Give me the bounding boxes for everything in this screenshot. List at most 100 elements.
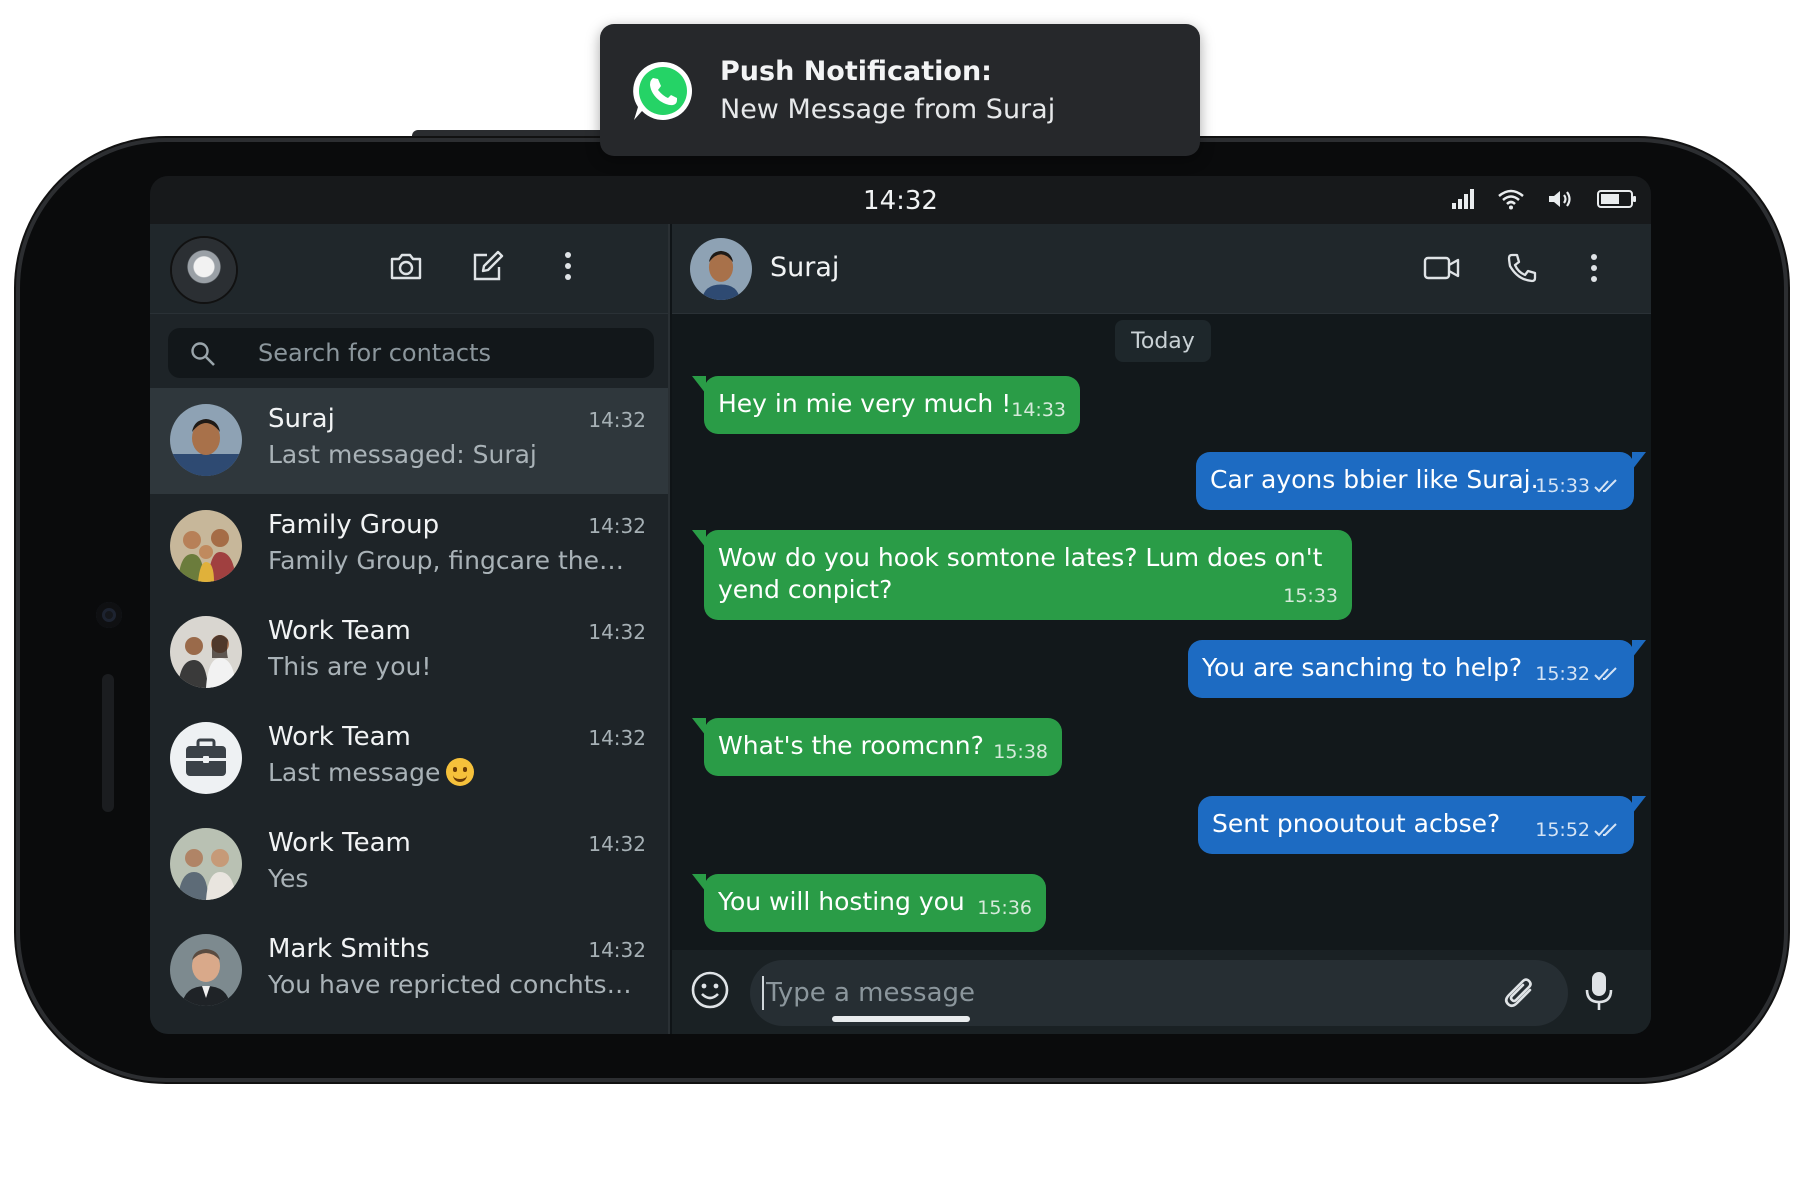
read-receipt-icon	[1594, 478, 1620, 494]
chat-time: 14:32	[588, 408, 646, 432]
read-receipt-icon	[1594, 666, 1620, 682]
message-time: 15:52	[1535, 819, 1590, 841]
search-icon	[190, 341, 216, 371]
volume-icon	[1547, 188, 1575, 210]
chat-preview: Last message	[268, 758, 638, 787]
compose-icon	[471, 250, 505, 286]
wifi-icon	[1497, 188, 1525, 210]
message-time: 15:33	[1283, 585, 1338, 607]
read-receipt-icon	[1594, 822, 1620, 838]
chat-preview: Yes	[268, 864, 309, 893]
more-vert-icon	[563, 251, 573, 285]
chat-name: Suraj	[268, 404, 335, 434]
chat-item-work-team-2[interactable]: Work Team 14:32 Last message	[150, 706, 668, 812]
message-text: You will hosting you	[718, 887, 965, 916]
message-meta: 15:32	[1535, 658, 1620, 690]
avatar	[170, 934, 242, 1006]
briefcase-icon	[170, 738, 242, 794]
phone-speaker	[102, 674, 114, 812]
chat-time: 14:32	[588, 938, 646, 962]
message-time: 15:38	[993, 741, 1048, 763]
notification-title: Push Notification:	[720, 56, 992, 87]
avatar	[170, 828, 242, 900]
video-call-icon	[1423, 255, 1461, 285]
push-notification[interactable]: Push Notification: New Message from Sura…	[600, 24, 1200, 156]
message-time: 15:36	[977, 897, 1032, 919]
home-indicator[interactable]	[832, 1016, 970, 1022]
video-call-button[interactable]	[1420, 248, 1464, 292]
camera-button[interactable]	[386, 248, 426, 288]
message-bubble-incoming[interactable]: Hey in mie very much ! 14:33	[692, 376, 1080, 434]
chat-preview: This are you!	[268, 652, 432, 681]
chat-item-work-team-3[interactable]: Work Team 14:32 Yes	[150, 812, 668, 918]
message-text: Sent pnooutout acbse?	[1212, 809, 1501, 838]
message-bubble-incoming[interactable]: Wow do you hook somtone lates? Lum does …	[692, 530, 1352, 620]
battery-icon	[1597, 188, 1637, 210]
conversation-menu-button[interactable]	[1572, 248, 1616, 292]
avatar	[170, 404, 242, 476]
chat-time: 14:32	[588, 620, 646, 644]
menu-button[interactable]	[548, 248, 588, 288]
chat-name: Work Team	[268, 828, 411, 858]
chat-item-mark-smiths[interactable]: Mark Smiths 14:32 You have repricted con…	[150, 918, 668, 1024]
chat-time: 14:32	[588, 726, 646, 750]
avatar	[170, 616, 242, 688]
chat-list: Suraj 14:32 Last messaged: Suraj Family …	[150, 388, 668, 1024]
chat-name: Mark Smiths	[268, 934, 430, 964]
message-text: Wow do you hook somtone lates? Lum does …	[718, 543, 1323, 604]
message-meta: 15:33	[1535, 470, 1620, 502]
whatsapp-icon	[630, 58, 696, 128]
compose-button[interactable]	[468, 248, 508, 288]
voice-call-button[interactable]	[1500, 248, 1544, 292]
chat-name: Work Team	[268, 616, 411, 646]
message-text: You are sanching to help?	[1202, 653, 1523, 682]
phone-icon	[1506, 252, 1538, 288]
search-input[interactable]	[258, 328, 638, 378]
message-bubble-incoming[interactable]: What's the roomcnn? 15:38	[692, 718, 1062, 776]
status-icons	[1451, 188, 1637, 210]
more-vert-icon	[1589, 253, 1599, 287]
camera-icon	[389, 251, 423, 285]
message-time: 14:33	[1011, 399, 1066, 421]
contact-avatar[interactable]	[690, 238, 752, 300]
chat-item-suraj[interactable]: Suraj 14:32 Last messaged: Suraj	[150, 388, 668, 494]
message-input[interactable]	[762, 976, 1462, 1010]
profile-avatar[interactable]	[172, 238, 236, 302]
message-composer	[672, 950, 1651, 1034]
message-time: 15:32	[1535, 663, 1590, 685]
chat-preview: You have repricted conchts, …	[268, 970, 638, 999]
message-area: Today Hey in mie very much ! 14:33 Car a…	[672, 314, 1651, 940]
chat-list-header	[150, 224, 668, 314]
smile-emoji	[446, 758, 475, 786]
message-text: Car ayons bbier like Suraj.	[1210, 465, 1539, 494]
signal-icon	[1451, 188, 1475, 210]
chat-name: Work Team	[268, 722, 411, 752]
chat-time: 14:32	[588, 514, 646, 538]
message-text: What's the roomcnn?	[718, 731, 984, 760]
chat-item-work-team-1[interactable]: Work Team 14:32 This are you!	[150, 600, 668, 706]
search-box[interactable]	[168, 328, 654, 378]
attach-icon[interactable]	[1502, 974, 1538, 1016]
notification-body: New Message from Suraj	[720, 94, 1056, 125]
chat-preview: Family Group, fingcare the…	[268, 546, 625, 575]
message-bubble-outgoing[interactable]: You are sanching to help? 15:32	[1188, 640, 1646, 698]
chat-preview-text: Last message	[268, 758, 441, 787]
chat-list-pane: Suraj 14:32 Last messaged: Suraj Family …	[150, 224, 670, 1034]
conversation-pane: Suraj Today Hey in mie very much ! 14:33…	[672, 224, 1651, 1034]
contact-name[interactable]: Suraj	[770, 252, 839, 283]
chat-item-family-group[interactable]: Family Group 14:32 Family Group, fingcar…	[150, 494, 668, 600]
screen: 14:32 Search for contacts Suraj 14:32 La…	[150, 176, 1651, 1034]
message-bubble-outgoing[interactable]: Car ayons bbier like Suraj. 15:33	[1196, 452, 1646, 510]
avatar	[170, 722, 242, 794]
message-meta: 15:52	[1535, 814, 1620, 846]
message-bubble-outgoing[interactable]: Sent pnooutout acbse? 15:52	[1198, 796, 1646, 854]
message-text: Hey in mie very much !	[718, 389, 1012, 418]
emoji-icon[interactable]	[690, 970, 730, 1014]
front-camera	[96, 602, 122, 628]
date-separator: Today	[1115, 320, 1211, 362]
chat-time: 14:32	[588, 832, 646, 856]
chat-preview: Last messaged: Suraj	[268, 440, 537, 469]
mic-icon[interactable]	[1584, 970, 1614, 1016]
conversation-header: Suraj	[672, 224, 1651, 314]
message-bubble-incoming[interactable]: You will hosting you 15:36	[692, 874, 1046, 932]
